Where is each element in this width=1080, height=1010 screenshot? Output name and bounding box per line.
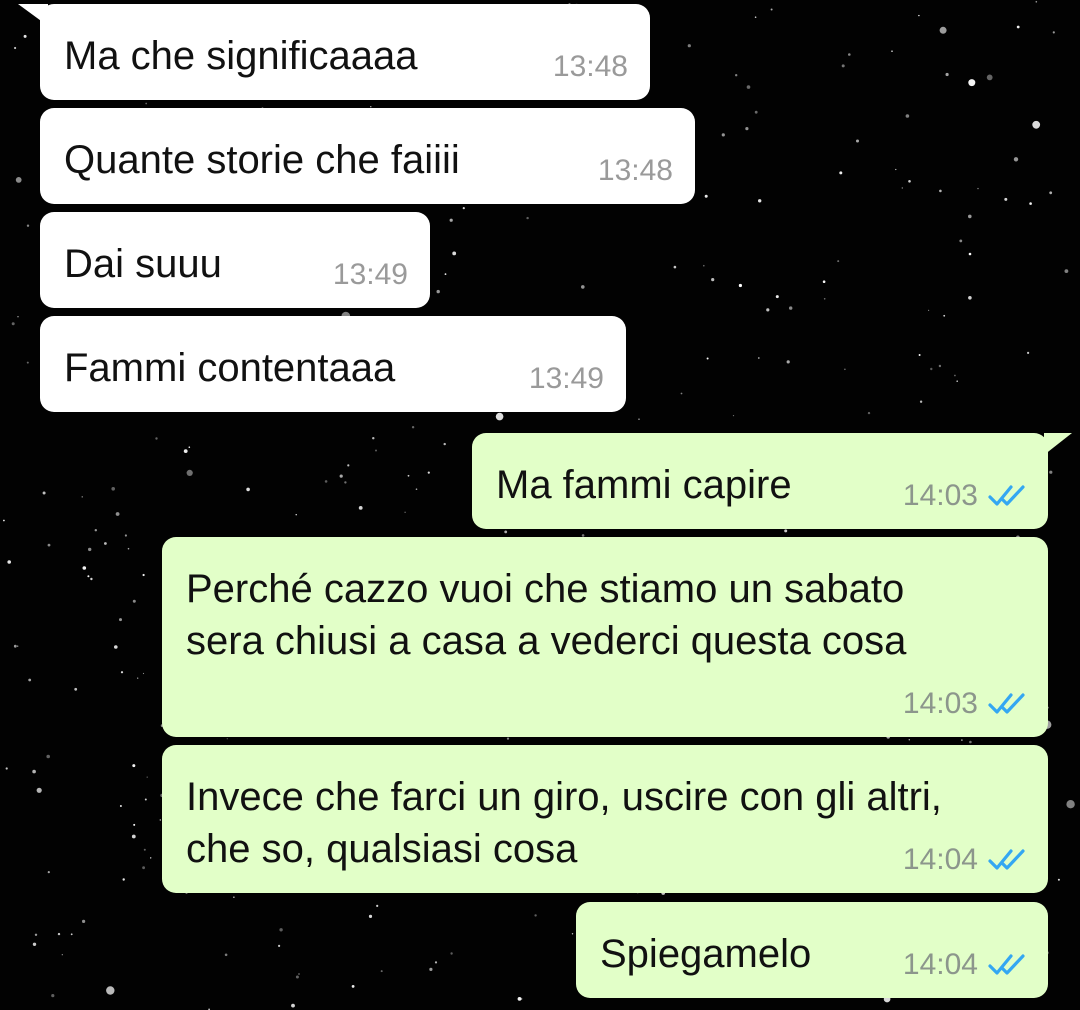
message-bubble-incoming[interactable]: Dai suuu 13:49 [40,212,430,308]
message-meta: 14:04 [903,948,1026,982]
message-meta: 14:03 [903,687,1026,721]
message-time: 13:48 [552,50,628,83]
message-meta: 14:04 [903,843,1026,877]
double-check-read-icon [988,849,1025,870]
message-meta: 13:49 [529,362,604,396]
message-time: 14:03 [902,687,978,720]
message-time: 13:48 [597,154,673,187]
outgoing-bubble-tail [1044,433,1072,455]
double-check-read-icon [988,485,1025,506]
message-bubble-incoming[interactable]: Ma che significaaaa 13:48 [40,4,650,100]
message-text: Invece che farci un giro, uscire con gli… [186,775,942,871]
message-time: 13:49 [332,258,408,291]
message-time: 14:04 [902,948,978,981]
message-time: 14:04 [902,843,978,876]
double-check-read-icon [988,693,1025,714]
message-bubble-outgoing[interactable]: Ma fammi capire 14:03 [472,433,1048,529]
message-meta: 14:03 [903,479,1026,513]
message-text: Fammi contentaaa [64,346,396,390]
message-bubble-outgoing[interactable]: Perché cazzo vuoi che stiamo un sabato s… [162,537,1048,737]
message-bubble-incoming[interactable]: Quante storie che faiiii 13:48 [40,108,695,204]
message-bubble-outgoing[interactable]: Invece che farci un giro, uscire con gli… [162,745,1048,893]
message-bubble-incoming[interactable]: Fammi contentaaa 13:49 [40,316,626,412]
message-time: 13:49 [528,362,604,395]
message-bubble-outgoing[interactable]: Spiegamelo 14:04 [576,902,1048,998]
message-text: Quante storie che faiiii [64,138,460,182]
double-check-read-icon [988,954,1025,975]
message-meta: 13:49 [333,258,408,292]
message-text: Ma che significaaaa [64,34,418,78]
chat-message-list: Ma che significaaaa 13:48 Quante storie … [0,0,1080,1010]
message-meta: 13:48 [598,154,673,188]
message-meta: 13:48 [553,50,628,84]
message-text: Perché cazzo vuoi che stiamo un sabato s… [186,567,907,663]
message-time: 14:03 [902,479,978,512]
